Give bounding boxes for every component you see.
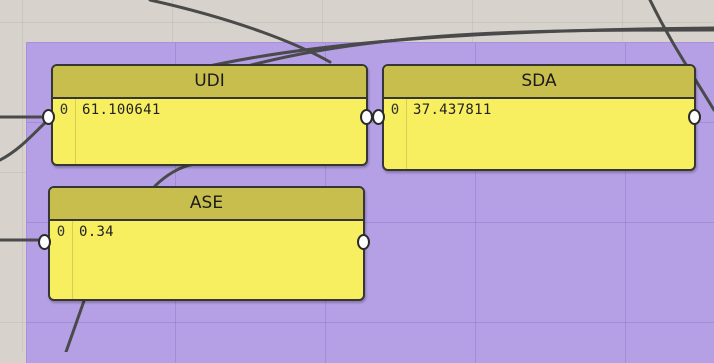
udi-panel[interactable]: UDI 0 61.100641 bbox=[51, 64, 368, 166]
panel-title: SDA bbox=[384, 66, 694, 99]
udi-input-grip[interactable] bbox=[42, 109, 55, 125]
sda-output-grip[interactable] bbox=[688, 109, 701, 125]
wire bbox=[153, 162, 197, 188]
panel-body[interactable]: 0 37.437811 bbox=[384, 99, 694, 169]
row-index: 0 bbox=[384, 99, 407, 169]
ase-input-grip[interactable] bbox=[38, 234, 51, 250]
panel-body[interactable]: 0 61.100641 bbox=[53, 99, 366, 164]
wire bbox=[64, 296, 87, 352]
panel-title: ASE bbox=[50, 188, 363, 221]
row-index: 0 bbox=[50, 221, 73, 299]
panel-title: UDI bbox=[53, 66, 366, 99]
ase-panel[interactable]: ASE 0 0.34 bbox=[48, 186, 365, 301]
panel-value: 61.100641 bbox=[82, 102, 161, 118]
panel-body[interactable]: 0 0.34 bbox=[50, 221, 363, 299]
sda-panel[interactable]: SDA 0 37.437811 bbox=[382, 64, 696, 171]
row-index: 0 bbox=[53, 99, 76, 164]
ase-output-grip[interactable] bbox=[357, 234, 370, 250]
sda-input-grip[interactable] bbox=[372, 109, 385, 125]
panel-value: 37.437811 bbox=[413, 102, 492, 118]
panel-value: 0.34 bbox=[79, 224, 114, 240]
